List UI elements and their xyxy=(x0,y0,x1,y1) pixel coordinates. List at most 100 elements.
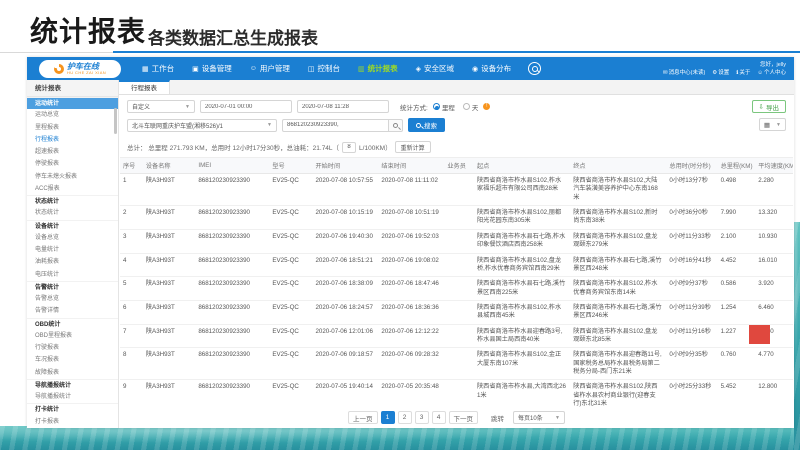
device-group-select[interactable]: 北斗车联网重庆护车盟(湘移526)/1▼ xyxy=(127,119,277,132)
column-header: 开始时间 xyxy=(312,158,378,174)
table-cell xyxy=(444,277,474,301)
nav-item[interactable]: ◫控制台 xyxy=(301,57,347,80)
page-button[interactable]: 4 xyxy=(432,411,446,424)
table-cell: 0小时9分35秒 xyxy=(666,348,717,380)
table-cell: 陕A3H93T xyxy=(143,229,195,253)
table-cell: 2020-07-06 09:28:32 xyxy=(378,348,444,380)
nav-item[interactable]: ◉设备分布 xyxy=(465,57,518,80)
sidebar-item[interactable]: 运动总览 xyxy=(27,109,118,121)
radio-icon xyxy=(463,103,470,110)
sidebar-item[interactable]: OBD统计 xyxy=(27,318,118,330)
nav-item-label: 设备分布 xyxy=(481,63,511,74)
table-cell: 0小时13分7秒 xyxy=(666,174,717,206)
sidebar-item[interactable]: ACC报表 xyxy=(27,183,118,195)
table-cell: 868120230923390 xyxy=(195,174,269,206)
sidebar-item[interactable]: 停驶报表 xyxy=(27,158,118,170)
column-header: 结束时间 xyxy=(378,158,444,174)
quick-link-label: 设置 xyxy=(718,69,729,77)
table-cell: 0小时25分33秒 xyxy=(666,380,717,410)
quick-link[interactable]: ☺个人中心 xyxy=(757,69,786,77)
sidebar-item[interactable]: 超速报表 xyxy=(27,146,118,158)
page-button[interactable]: 1 xyxy=(381,411,395,424)
table-cell: 2020-07-08 10:15:19 xyxy=(312,206,378,230)
sidebar-item[interactable]: 电压统计 xyxy=(27,269,118,281)
sidebar-item[interactable]: 里程报表 xyxy=(27,122,118,134)
date-from-input[interactable] xyxy=(200,100,292,113)
column-config-button[interactable]: ▦ ▼ xyxy=(759,118,786,131)
sidebar-item[interactable]: 设备统计 xyxy=(27,220,118,232)
nav-item-icon: ◉ xyxy=(472,65,478,73)
ocean-background-bottom xyxy=(0,426,800,450)
search-button[interactable]: 搜索 xyxy=(408,118,445,132)
table-row: 7陕A3H93T868120230923390EV25-QC2020-07-06… xyxy=(120,324,793,348)
logo-subtitle: HU CHE ZAI XIAN xyxy=(67,71,106,75)
sidebar-item[interactable]: 导航播报统计 xyxy=(27,379,118,391)
sidebar-item[interactable]: 打卡报表 xyxy=(27,416,118,428)
nav-item[interactable]: ☺用户管理 xyxy=(243,57,297,80)
stat-mode-radio[interactable]: 天 xyxy=(463,102,479,112)
sidebar-item-active[interactable]: 行程报表 xyxy=(27,134,118,146)
table-cell: 7.990 xyxy=(718,206,756,230)
sidebar-item[interactable]: 行驶报表 xyxy=(27,342,118,354)
nav-item[interactable]: ◈安全区域 xyxy=(409,57,461,80)
table-cell: 0小时9分37秒 xyxy=(666,277,717,301)
sidebar-item[interactable]: 运动统计 xyxy=(27,97,118,109)
prev-page-button[interactable]: 上一页 xyxy=(348,411,378,424)
page-button[interactable]: 3 xyxy=(415,411,429,424)
sidebar-item[interactable]: 设备总览 xyxy=(27,232,118,244)
table-cell: EV25-QC xyxy=(269,229,312,253)
sidebar-item[interactable]: 导航播报统计 xyxy=(27,391,118,403)
sidebar-item[interactable]: 告警详情 xyxy=(27,305,118,317)
column-header: 平均速度(KM/H) xyxy=(755,158,793,174)
sidebar-scrollbar[interactable] xyxy=(114,108,117,134)
sidebar-item[interactable]: 车况报表 xyxy=(27,354,118,366)
sidebar-item[interactable]: 故障报表 xyxy=(27,367,118,379)
table-cell: EV25-QC xyxy=(269,277,312,301)
table-cell: 陕西省商洛市柞水县S102,丽都阳光花园东南305米 xyxy=(474,206,570,230)
page-button[interactable]: 2 xyxy=(398,411,412,424)
quick-link[interactable]: ⚙设置 xyxy=(712,69,729,77)
sidebar-item[interactable]: 油耗报表 xyxy=(27,256,118,268)
table-cell: 868120230923390 xyxy=(195,380,269,410)
imei-input[interactable] xyxy=(282,119,388,132)
table-cell: 0小时16分41秒 xyxy=(666,253,717,277)
sidebar-item[interactable]: 状态统计 xyxy=(27,207,118,219)
stat-mode-radio[interactable]: 里程 xyxy=(433,102,455,112)
table-cell: 2020-07-06 12:12:22 xyxy=(378,324,444,348)
sidebar-item[interactable]: 状态统计 xyxy=(27,195,118,207)
imei-search-icon[interactable] xyxy=(388,119,403,132)
top-navbar: 护车在线 HU CHE ZAI XIAN ▦工作台▣设备管理☺用户管理◫控制台▥… xyxy=(27,57,794,80)
table-cell: 陕西省商洛市柞水县S102,柞水县城西南45米 xyxy=(474,300,570,324)
page-size-select[interactable]: 每页10条▼ xyxy=(513,411,565,424)
date-to-input[interactable] xyxy=(297,100,389,113)
recalculate-button[interactable]: 重新计算 xyxy=(395,141,431,153)
table-cell: 陕西省商洛市柞水县石七路,溪竹景区西248米 xyxy=(570,253,666,277)
app-logo[interactable]: 护车在线 HU CHE ZAI XIAN xyxy=(39,60,121,78)
sidebar-item[interactable]: 告警总览 xyxy=(27,293,118,305)
tab-bar: 行程报表 xyxy=(119,80,794,95)
table-cell: 13.320 xyxy=(755,206,793,230)
sidebar-item[interactable]: 告警统计 xyxy=(27,281,118,293)
nav-item-active[interactable]: ▥统计报表 xyxy=(351,57,405,80)
table-cell: 868120230923390 xyxy=(195,253,269,277)
export-button[interactable]: ⇩ 导出 xyxy=(752,100,786,113)
sidebar-item[interactable]: 停车未熄火报表 xyxy=(27,171,118,183)
table-cell: 陕A3H93T xyxy=(143,348,195,380)
sidebar-item[interactable]: 打卡统计 xyxy=(27,403,118,415)
summary-suffix: L/100KM） xyxy=(359,142,392,152)
sidebar-item[interactable]: OBD里程报表 xyxy=(27,330,118,342)
sidebar-item[interactable]: 电量统计 xyxy=(27,244,118,256)
table-cell: 868120230923390 xyxy=(195,229,269,253)
quick-link[interactable]: ✉消息中心(未读) xyxy=(663,69,705,77)
table-cell: 2020-07-08 10:57:55 xyxy=(312,174,378,206)
fuel-rate-input[interactable] xyxy=(342,142,356,153)
quick-link[interactable]: ℹ关于 xyxy=(736,69,750,77)
date-range-select[interactable]: 自定义▼ xyxy=(127,100,195,113)
jump-button[interactable]: 跳转 xyxy=(491,413,504,423)
nav-item[interactable]: ▣设备管理 xyxy=(185,57,239,80)
search-icon[interactable] xyxy=(528,62,541,75)
tab-trip-report[interactable]: 行程报表 xyxy=(119,80,170,94)
nav-item[interactable]: ▦工作台 xyxy=(135,57,181,80)
info-icon[interactable]: ! xyxy=(483,103,490,110)
next-page-button[interactable]: 下一页 xyxy=(449,411,479,424)
